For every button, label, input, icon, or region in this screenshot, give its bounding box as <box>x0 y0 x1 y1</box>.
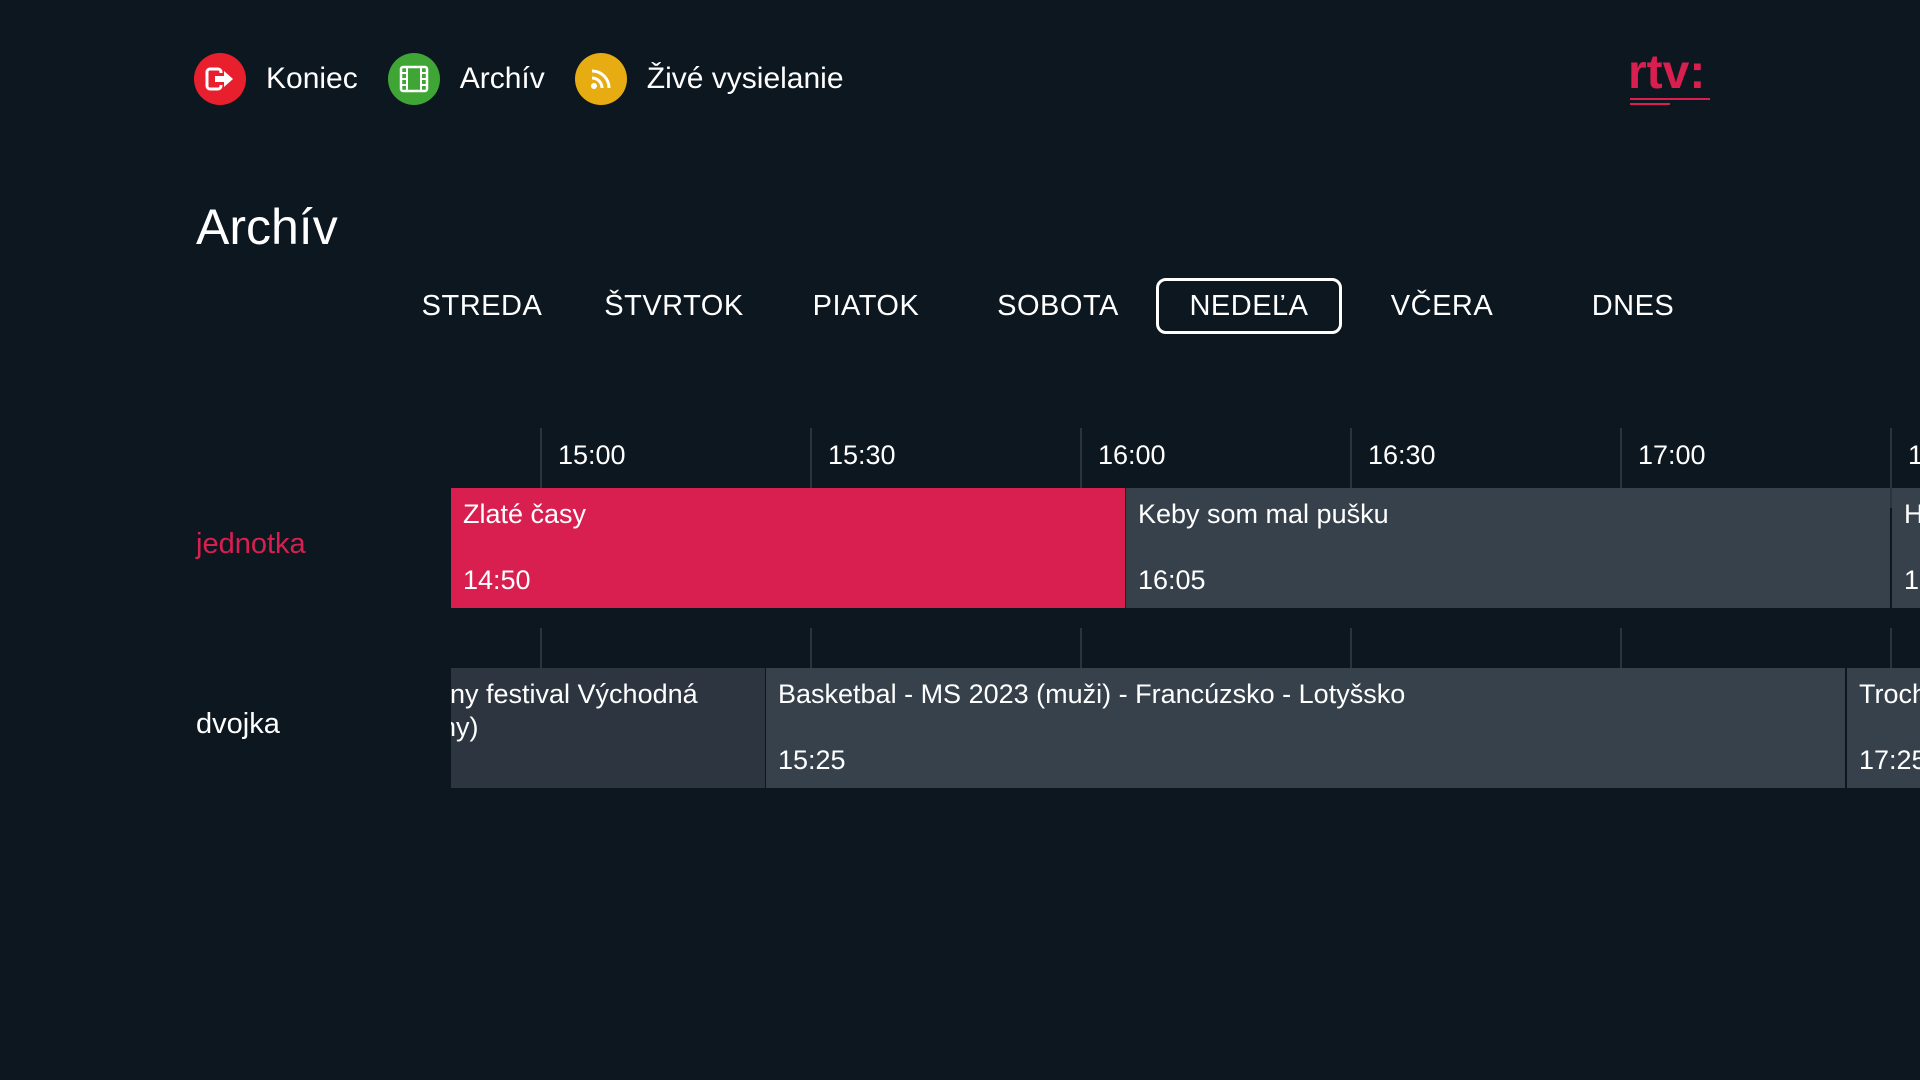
time-label: 16:30 <box>1368 440 1436 470</box>
time-label: 15:00 <box>558 440 626 470</box>
top-navigation: Koniec Archív Živé vysielanie <box>194 52 874 106</box>
time-label: 17:00 <box>1638 440 1706 470</box>
program-title: H <box>1904 499 1920 529</box>
nav-archive-label: Archív <box>459 62 545 95</box>
film-icon <box>387 53 440 105</box>
tab-vcera[interactable]: VČERA <box>1380 278 1504 334</box>
channel-jednotka[interactable]: jednotka <box>196 528 306 561</box>
program-title: rny festival Východná ny) <box>451 679 698 742</box>
program-time: 1 <box>1904 565 1920 595</box>
program-title: Troch <box>1859 679 1920 709</box>
program-time: 16:05 <box>1138 565 1206 595</box>
nav-archive[interactable]: Archív <box>387 53 545 105</box>
program-title: Basketbal - MS 2023 (muži) - Francúzsko … <box>778 679 1406 709</box>
rtvs-logo: rtv: <box>1628 46 1728 116</box>
program-cell[interactable]: H 1 <box>1892 488 1920 608</box>
program-cell[interactable]: rny festival Východná ny) <box>451 668 765 788</box>
tab-dnes[interactable]: DNES <box>1580 278 1686 334</box>
channel-dvojka[interactable]: dvojka <box>196 708 280 741</box>
program-cell[interactable]: Basketbal - MS 2023 (muži) - Francúzsko … <box>766 668 1845 788</box>
channel-row-jednotka: Zlaté časy 14:50 Keby som mal pušku 16:0… <box>451 488 1920 608</box>
nav-live[interactable]: Živé vysielanie <box>574 53 844 105</box>
program-title: Keby som mal pušku <box>1138 499 1389 529</box>
exit-icon <box>194 53 246 105</box>
tab-nedela[interactable]: NEDEĽA <box>1156 278 1342 334</box>
day-tabs: STREDA ŠTVRTOK PIATOK SOBOTA NEDEĽA VČER… <box>0 278 1920 338</box>
logo-text: rtv: <box>1628 50 1705 99</box>
program-time: 15:25 <box>778 745 846 775</box>
time-label: 15:30 <box>828 440 896 470</box>
nav-exit[interactable]: Koniec <box>194 53 358 105</box>
archive-screen: Koniec Archív Živé vysielanie rtv: Archí… <box>0 0 1920 1080</box>
channel-row-dvojka: rny festival Východná ny) Basketbal - MS… <box>451 668 1920 788</box>
nav-exit-label: Koniec <box>266 62 358 95</box>
program-cell[interactable]: Troch 17:25 <box>1847 668 1920 788</box>
program-title: Zlaté časy <box>463 499 587 529</box>
tab-streda[interactable]: STREDA <box>410 278 554 334</box>
page-title: Archív <box>196 199 338 255</box>
tab-piatok[interactable]: PIATOK <box>800 278 932 334</box>
time-label: 1 <box>1908 440 1920 470</box>
program-time: 14:50 <box>463 565 531 595</box>
rss-icon <box>574 53 627 105</box>
nav-live-label: Živé vysielanie <box>646 62 844 95</box>
program-time: 17:25 <box>1859 745 1920 775</box>
time-label: 16:00 <box>1098 440 1166 470</box>
epg-timeline: 15:00 15:30 16:00 16:30 17:00 1 jednotka… <box>0 426 1920 788</box>
program-cell[interactable]: Keby som mal pušku 16:05 <box>1126 488 1890 608</box>
tab-stvrtok[interactable]: ŠTVRTOK <box>596 278 752 334</box>
tab-sobota[interactable]: SOBOTA <box>986 278 1130 334</box>
program-cell[interactable]: Zlaté časy 14:50 <box>451 488 1125 608</box>
